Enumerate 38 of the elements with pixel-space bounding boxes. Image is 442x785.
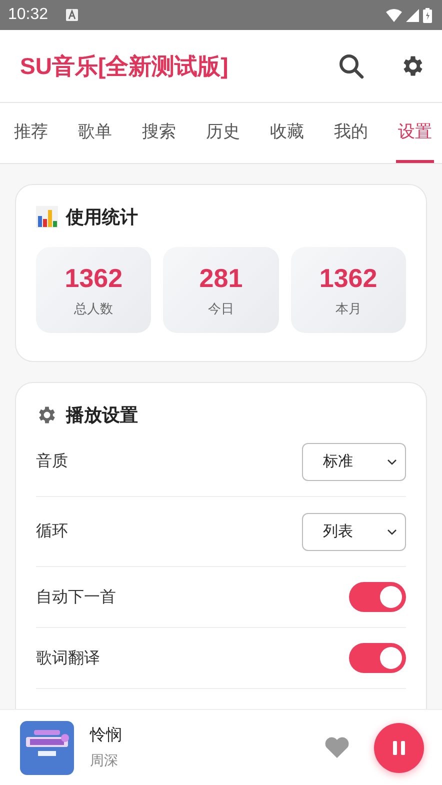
stat-value: 1362 xyxy=(64,262,123,294)
setting-label: 歌词翻译 xyxy=(36,648,100,668)
dropdown[interactable]: 列表 xyxy=(302,512,406,550)
setting-label: 循环 xyxy=(36,521,68,542)
card-title: 播放设置 xyxy=(66,404,138,427)
card-title: 使用统计 xyxy=(66,206,138,229)
pause-icon xyxy=(390,738,408,756)
song-title: 怜悯 xyxy=(90,725,122,746)
nav-tab[interactable]: 搜索 xyxy=(140,103,178,163)
nav-tab[interactable]: 收藏 xyxy=(268,103,306,163)
nav-tab[interactable]: 推荐 xyxy=(12,103,50,163)
setting-label: 音质 xyxy=(36,451,68,472)
stat-value: 1362 xyxy=(319,262,378,294)
toggle-switch[interactable] xyxy=(349,582,406,612)
nav-tab[interactable]: 我的 xyxy=(332,103,370,163)
nav-tab[interactable]: 历史 xyxy=(204,103,242,163)
pause-button[interactable] xyxy=(374,722,424,772)
app-title: SU音乐[全新测试版] xyxy=(20,52,228,81)
chevron-down-icon xyxy=(387,528,397,534)
toggle-switch[interactable] xyxy=(349,643,406,673)
bar-chart-icon xyxy=(36,206,58,228)
wifi-icon xyxy=(386,8,402,22)
nav-tab[interactable]: 歌单 xyxy=(76,103,114,163)
stat-label: 本月 xyxy=(335,300,362,318)
notification-icon xyxy=(66,9,78,21)
stat-label: 总人数 xyxy=(74,300,114,318)
stat-value: 281 xyxy=(199,262,243,294)
chevron-down-icon xyxy=(387,458,397,464)
artist-name: 周深 xyxy=(90,752,119,770)
stat-label: 今日 xyxy=(208,300,234,318)
dropdown[interactable]: 标准 xyxy=(302,442,406,480)
heart-icon[interactable] xyxy=(324,736,350,759)
search-icon[interactable] xyxy=(338,53,364,79)
battery-icon xyxy=(423,8,432,22)
signal-icon xyxy=(406,8,419,22)
nav-tab[interactable]: 设置 xyxy=(396,103,434,163)
setting-label: 自动下一首 xyxy=(36,586,116,608)
status-time: 10:32 xyxy=(8,6,48,24)
